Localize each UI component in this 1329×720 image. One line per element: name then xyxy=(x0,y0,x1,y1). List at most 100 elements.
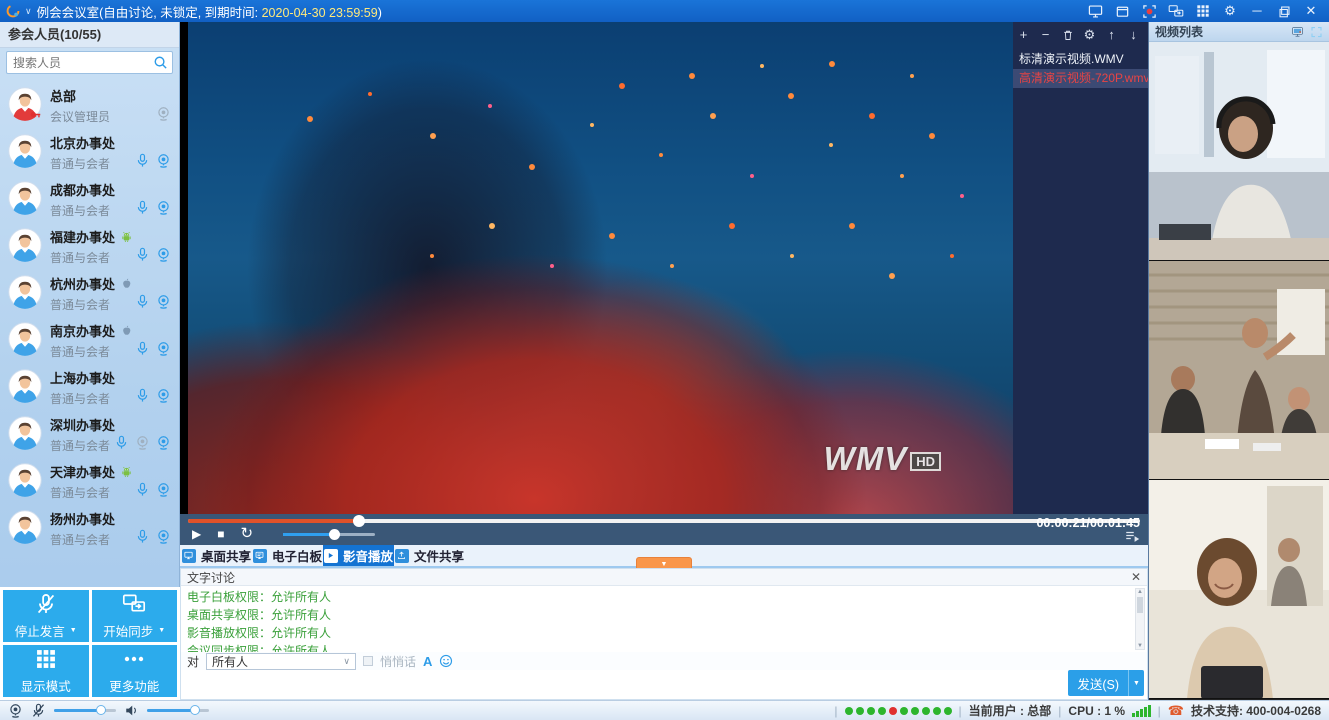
support-label: 技术支持: 400-004-0268 xyxy=(1191,702,1321,719)
stop-button[interactable]: ■ xyxy=(217,526,224,542)
webcam-icon[interactable] xyxy=(156,294,171,309)
scroll-thumb[interactable] xyxy=(1137,597,1143,613)
webcam-disabled-icon[interactable] xyxy=(135,435,150,450)
display-mode-button[interactable]: 显示模式 xyxy=(3,645,89,697)
send-button[interactable]: 发送(S) xyxy=(1068,670,1128,696)
more-functions-button[interactable]: 更多功能 xyxy=(92,645,178,697)
remove-media-icon[interactable]: − xyxy=(1039,28,1052,41)
webcam-icon[interactable] xyxy=(156,529,171,544)
playlist-toggle-icon[interactable] xyxy=(1125,530,1140,543)
speaker-volume-handle[interactable] xyxy=(190,705,200,715)
fish-school xyxy=(188,22,192,26)
tab-file-share[interactable]: 文件共享 xyxy=(394,545,465,566)
participant-row[interactable]: 深圳办事处 普通与会者 xyxy=(0,410,179,457)
tab-media-playback[interactable]: 影音播放 xyxy=(323,545,394,566)
playlist-item[interactable]: 标清演示视频.WMV xyxy=(1013,50,1148,69)
video-tile-smiling-woman[interactable] xyxy=(1149,480,1329,699)
divider: | xyxy=(834,704,837,718)
search-icon[interactable] xyxy=(153,55,168,70)
mic-volume-slider[interactable] xyxy=(54,709,116,712)
start-sync-button[interactable]: 开始同步▼ xyxy=(92,590,178,642)
mic-icon[interactable] xyxy=(135,153,150,168)
play-button[interactable]: ▶ xyxy=(192,526,201,542)
webcam-status-icon[interactable] xyxy=(8,703,23,718)
participant-row[interactable]: 扬州办事处 普通与会者 xyxy=(0,504,179,551)
move-up-icon[interactable]: ↑ xyxy=(1105,28,1118,41)
emoji-icon[interactable] xyxy=(439,654,453,668)
stop-speaking-button[interactable]: 停止发言▼ xyxy=(3,590,89,642)
mic-icon[interactable] xyxy=(135,247,150,262)
playlist-item-selected[interactable]: 高清演示视频-720P.wmv 删除 xyxy=(1013,69,1148,88)
mic-icon[interactable] xyxy=(114,435,129,450)
volume-handle[interactable] xyxy=(329,529,340,540)
participant-row[interactable]: 上海办事处 普通与会者 xyxy=(0,363,179,410)
font-style-button[interactable]: A xyxy=(423,654,432,669)
video-tile-team-meeting[interactable] xyxy=(1149,261,1329,480)
recipient-select[interactable]: 所有人 ∨ xyxy=(206,653,356,670)
search-input[interactable] xyxy=(6,51,173,74)
participant-row[interactable]: 福建办事处 普通与会者 xyxy=(0,222,179,269)
participant-row[interactable]: 北京办事处 普通与会者 xyxy=(0,128,179,175)
send-options-caret[interactable]: ▼ xyxy=(1128,670,1144,696)
add-media-icon[interactable]: + xyxy=(1017,28,1030,41)
speaker-volume-slider[interactable] xyxy=(147,709,209,712)
webcam-icon[interactable] xyxy=(156,247,171,262)
participant-row[interactable]: 天津办事处 普通与会者 xyxy=(0,457,179,504)
tab-whiteboard[interactable]: 电子白板 xyxy=(252,545,323,566)
screen-share-icon[interactable] xyxy=(1087,3,1103,19)
speaker-icon[interactable] xyxy=(124,703,139,718)
mic-icon[interactable] xyxy=(135,294,150,309)
mic-muted-icon[interactable] xyxy=(31,703,46,718)
chat-scrollbar[interactable]: ▲ ▼ xyxy=(1135,588,1145,650)
scroll-up-icon[interactable]: ▲ xyxy=(1136,589,1144,595)
mic-icon[interactable] xyxy=(135,341,150,356)
move-down-icon[interactable]: ↓ xyxy=(1127,28,1140,41)
restore-button[interactable] xyxy=(1276,3,1292,19)
participant-row[interactable]: 总部 会议管理员 xyxy=(0,81,179,128)
webcam-icon[interactable] xyxy=(156,153,171,168)
playlist-toolbar: + − ⚙ ↑ ↓ xyxy=(1013,22,1148,44)
apps-grid-icon[interactable] xyxy=(1195,3,1211,19)
mic-icon[interactable] xyxy=(135,200,150,215)
webcam-icon[interactable] xyxy=(156,435,171,450)
webcam-icon[interactable] xyxy=(156,388,171,403)
webcam-icon[interactable] xyxy=(156,341,171,356)
webcam-icon[interactable] xyxy=(156,482,171,497)
network-screens-icon[interactable] xyxy=(1168,3,1184,19)
participant-row[interactable]: 南京办事处 普通与会者 xyxy=(0,316,179,363)
window-mode-icon[interactable] xyxy=(1114,3,1130,19)
avatar xyxy=(8,275,42,309)
android-icon xyxy=(120,465,133,478)
mic-volume-handle[interactable] xyxy=(96,705,106,715)
expand-icon[interactable] xyxy=(1310,26,1323,38)
video-tile-woman-headset[interactable] xyxy=(1149,42,1329,261)
chat-close-icon[interactable]: ✕ xyxy=(1131,571,1141,583)
tab-desktop-share[interactable]: 桌面共享 xyxy=(181,545,252,566)
monitor-mini-icon[interactable] xyxy=(1291,26,1304,38)
scroll-down-icon[interactable]: ▼ xyxy=(1136,643,1144,649)
title-caret-icon[interactable]: ∨ xyxy=(25,6,32,17)
participant-row[interactable]: 成都办事处 普通与会者 xyxy=(0,175,179,222)
close-button[interactable]: ✕ xyxy=(1303,3,1319,19)
volume-slider[interactable] xyxy=(283,533,375,536)
whisper-checkbox[interactable] xyxy=(363,656,373,666)
chat-input[interactable] xyxy=(181,670,1147,699)
avatar xyxy=(8,228,42,262)
playlist-settings-icon[interactable]: ⚙ xyxy=(1083,28,1096,41)
mic-icon[interactable] xyxy=(135,482,150,497)
webcam-icon[interactable] xyxy=(156,106,171,121)
replay-button[interactable]: ↻ xyxy=(240,526,253,542)
record-icon[interactable] xyxy=(1141,3,1157,19)
settings-gear-icon[interactable]: ⚙ xyxy=(1222,3,1238,19)
video-player-area[interactable]: WMV HD + − ⚙ ↑ ↓ 标清演示视频.WMV 高清演示视频-720P.… xyxy=(180,22,1148,514)
mic-icon[interactable] xyxy=(135,529,150,544)
to-label: 对 xyxy=(187,653,199,670)
webcam-icon[interactable] xyxy=(156,200,171,215)
seek-bar[interactable] xyxy=(188,519,1140,523)
minimize-button[interactable]: ─ xyxy=(1249,3,1265,19)
trash-icon[interactable] xyxy=(1061,28,1074,41)
admin-key-icon xyxy=(30,109,41,120)
participant-row[interactable]: 杭州办事处 普通与会者 xyxy=(0,269,179,316)
mic-icon[interactable] xyxy=(135,388,150,403)
phone-icon: ☎ xyxy=(1168,703,1184,719)
